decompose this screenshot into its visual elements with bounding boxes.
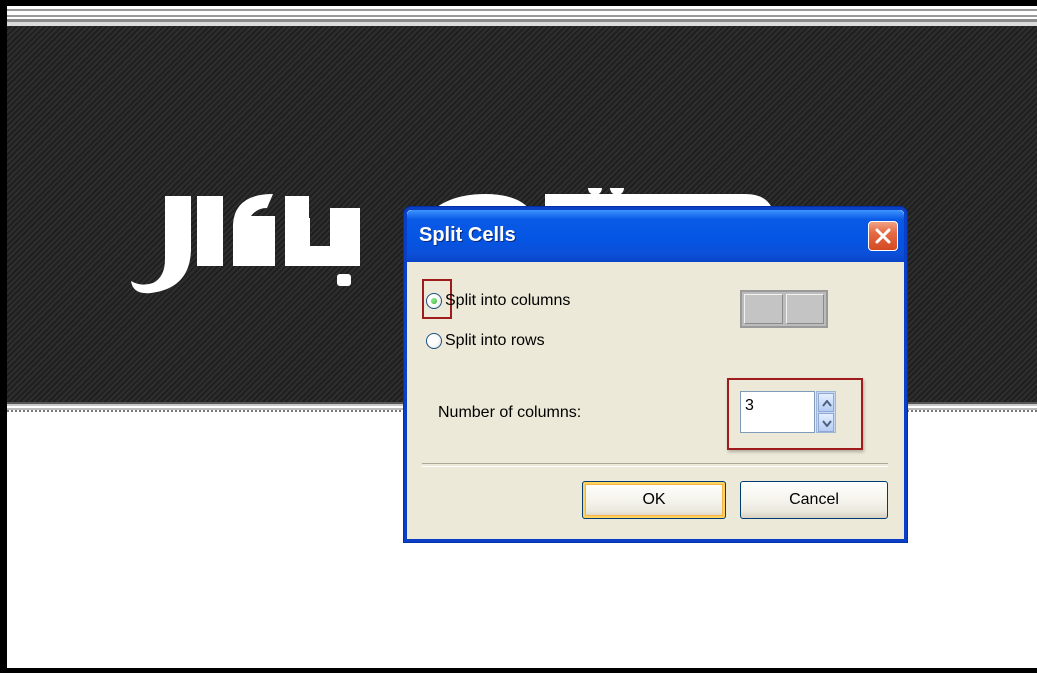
decrement-button[interactable] [818,413,834,432]
split-cells-dialog: Split Cells Split into columns Split int… [404,207,907,542]
dialog-titlebar[interactable]: Split Cells [407,210,904,262]
dialog-separator [422,463,888,467]
count-label: Number of columns: [438,404,582,421]
dialog-title: Split Cells [419,224,516,246]
option-columns-label: Split into columns [445,292,571,309]
split-preview-icon [740,290,828,328]
arrow-down-icon [822,420,832,427]
count-spinner [816,391,836,433]
close-icon [875,228,891,244]
cancel-button[interactable]: Cancel [740,481,888,519]
columns-count-input[interactable]: 3 [740,391,815,433]
arrow-up-icon [822,400,832,407]
preview-cell [785,294,824,324]
header-stripes [7,6,1037,26]
increment-button[interactable] [818,393,834,412]
option-split-columns[interactable]: Split into columns [426,292,570,310]
preview-cell [744,294,783,324]
radio-columns[interactable] [426,293,442,309]
close-button[interactable] [868,221,898,251]
option-split-rows[interactable]: Split into rows [426,332,545,350]
option-rows-label: Split into rows [445,332,545,349]
ok-button[interactable]: OK [582,481,726,519]
radio-rows[interactable] [426,333,442,349]
